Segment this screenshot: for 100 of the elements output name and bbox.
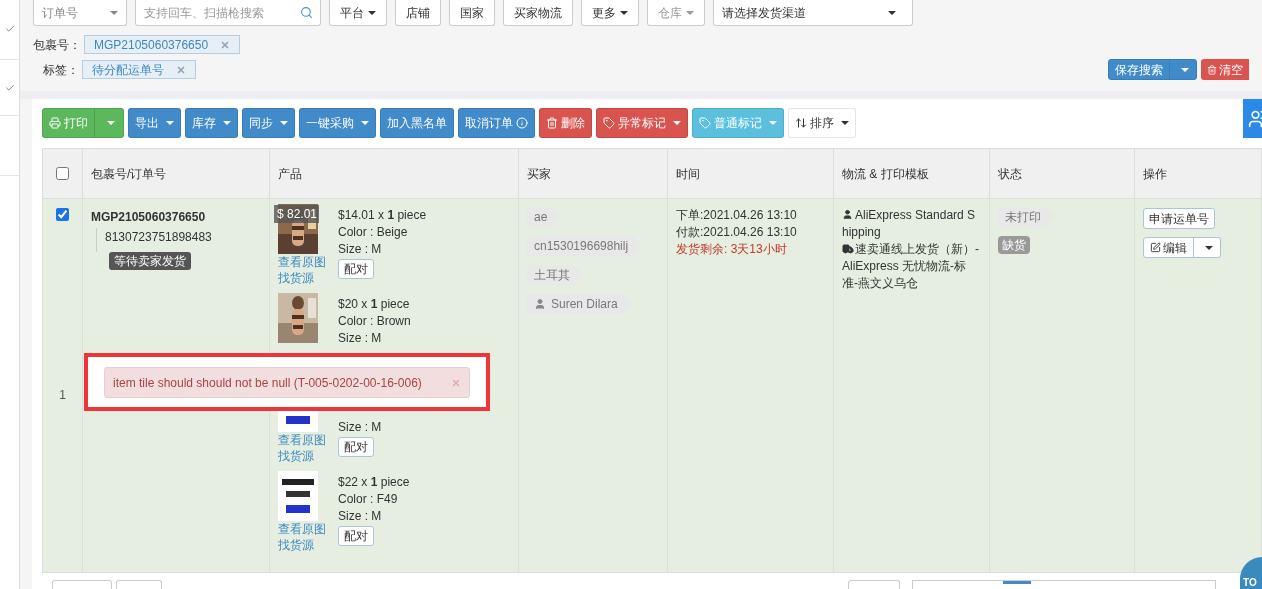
- caret-icon: [368, 10, 376, 15]
- column-header: 物流 & 打印模板: [842, 165, 929, 183]
- order-number: 8130723751898483: [105, 229, 213, 246]
- check-icon: [4, 24, 15, 34]
- pager-button[interactable]: [848, 580, 900, 589]
- person-icon: [534, 298, 546, 310]
- more-button[interactable]: [1194, 237, 1221, 258]
- toolbar-button[interactable]: 打印: [42, 108, 124, 138]
- product-link[interactable]: 查看原图: [278, 254, 338, 270]
- product-size: Size : M: [338, 330, 383, 347]
- filter-chip[interactable]: MGP2105060376650: [84, 35, 241, 54]
- product-link[interactable]: 查看原图: [278, 432, 338, 448]
- channel-select[interactable]: 请选择发货渠道: [713, 0, 913, 26]
- caret-icon: [620, 10, 628, 15]
- remove-icon[interactable]: [176, 64, 186, 75]
- tag-icon: [603, 117, 615, 129]
- time-line: 发货剩余: 3天13小时: [676, 241, 788, 258]
- pager-button[interactable]: [52, 580, 112, 589]
- check-icon: [4, 82, 15, 93]
- match-button[interactable]: 配对: [338, 526, 374, 546]
- select-all-checkbox[interactable]: [56, 167, 69, 180]
- toolbar-button[interactable]: 同步: [242, 108, 295, 138]
- info-icon: [516, 117, 528, 129]
- product-link[interactable]: 找货源: [278, 270, 338, 286]
- row-checkbox[interactable]: [56, 208, 69, 221]
- toolbar-button[interactable]: 删除: [539, 108, 592, 138]
- trash-icon: [546, 117, 558, 129]
- product-link[interactable]: 查看原图: [278, 521, 338, 537]
- users-icon[interactable]: [1248, 108, 1262, 129]
- filter-button[interactable]: 国家: [449, 0, 495, 26]
- trash-icon: [1207, 64, 1217, 75]
- caret-icon: [686, 10, 694, 15]
- toolbar-button[interactable]: 加入黑名单: [380, 108, 454, 138]
- caret-icon: [223, 121, 231, 125]
- filter-button[interactable]: 店铺: [395, 0, 441, 26]
- save-search-button[interactable]: 保存搜索: [1108, 59, 1197, 80]
- toolbar-button[interactable]: 库存: [185, 108, 238, 138]
- caret-icon: [280, 121, 288, 125]
- toolbar-button[interactable]: 普通标记: [692, 108, 784, 138]
- product-size: Size : M: [338, 241, 383, 258]
- caret-icon: [166, 121, 174, 125]
- clear-button[interactable]: 清空: [1201, 59, 1249, 80]
- match-button[interactable]: 配对: [338, 259, 374, 279]
- column-header: 状态: [998, 165, 1022, 183]
- caret-icon: [1181, 67, 1189, 72]
- price-tag: $ 82.01: [274, 205, 320, 223]
- column-header: 包裹号/订单号: [91, 165, 167, 183]
- edit-icon: [1150, 242, 1161, 253]
- time-line: 付款:2021.04.26 13:10: [676, 224, 798, 241]
- price-quantity: $22 x 1 piece: [338, 474, 410, 491]
- error-message: item tile should should not be null (T-005-0202-00-16-006): [113, 374, 422, 392]
- remove-icon[interactable]: [220, 39, 231, 50]
- caret-icon: [888, 10, 896, 15]
- caret-icon: [673, 121, 681, 125]
- buyer-tag: 土耳其: [527, 265, 583, 285]
- caret-icon: [1205, 246, 1213, 251]
- stock-badge: 缺货: [998, 236, 1030, 254]
- price-quantity: $14.01 x 1 piece: [338, 207, 427, 224]
- row-number: 1: [59, 387, 66, 404]
- tag-icon: [699, 117, 711, 129]
- status-badge: 等待卖家发货: [109, 252, 191, 270]
- pager-button[interactable]: [116, 580, 162, 589]
- toolbar-button[interactable]: 取消订单: [458, 108, 535, 138]
- product-link[interactable]: 找货源: [278, 448, 338, 464]
- product-color: Color : Brown: [338, 313, 411, 330]
- caret-icon: [769, 121, 777, 125]
- toolbar-button[interactable]: 导出: [128, 108, 181, 138]
- match-button[interactable]: 配对: [338, 437, 374, 457]
- toolbar-button[interactable]: 一键采购: [299, 108, 376, 138]
- filter-button[interactable]: 买家物流: [503, 0, 573, 26]
- column-header: 产品: [278, 165, 302, 183]
- sort-icon: [795, 117, 807, 129]
- edit-button[interactable]: 编辑: [1143, 237, 1194, 258]
- price-quantity: $20 x 1 piece: [338, 296, 411, 313]
- person-icon: [842, 209, 853, 221]
- product-link[interactable]: 找货源: [278, 537, 338, 553]
- caret-icon: [841, 121, 849, 125]
- column-header: 时间: [676, 165, 700, 183]
- printer-icon: [49, 117, 61, 129]
- filter-label: 包裹号：: [33, 36, 81, 54]
- logistics-line: AliExpress Standard Shipping: [842, 207, 977, 241]
- filter-label: 标签：: [43, 61, 79, 79]
- product-size: Size : M: [338, 508, 383, 525]
- toolbar-button[interactable]: 排序: [788, 108, 856, 138]
- buyer-tag: cn1530196698hilj: [527, 236, 642, 256]
- order-select[interactable]: 订单号: [33, 0, 127, 26]
- caret-icon: [107, 121, 115, 125]
- logistics-line: 速卖通线上发货（新）- AliExpress 无忧物流-标准-燕文义乌仓: [842, 241, 980, 292]
- truck-icon: [842, 242, 854, 255]
- request-tracking-button[interactable]: 申请运单号: [1143, 208, 1215, 229]
- search-field[interactable]: 支持回车、扫描枪搜索: [135, 0, 321, 26]
- buyer-name-tag: Suren Dilara: [527, 294, 631, 314]
- filter-chip[interactable]: 待分配运单号: [82, 60, 196, 79]
- caret-icon: [361, 121, 369, 125]
- filter-button[interactable]: 更多: [581, 0, 639, 26]
- product-color: Color : F49: [338, 491, 399, 508]
- toolbar-button[interactable]: 异常标记: [596, 108, 688, 138]
- caret-icon: [110, 10, 118, 15]
- close-icon[interactable]: [451, 377, 461, 388]
- filter-button[interactable]: 平台: [329, 0, 387, 26]
